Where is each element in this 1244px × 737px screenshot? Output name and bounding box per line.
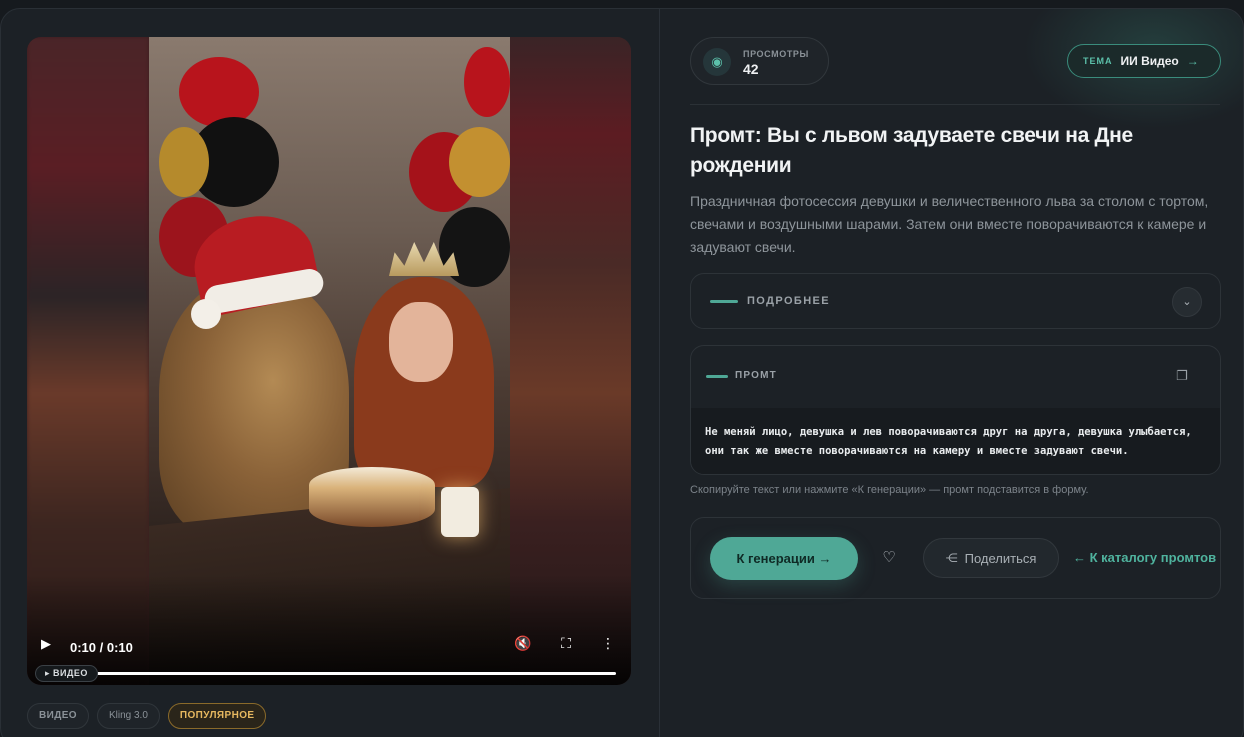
santa-hat-pom <box>191 299 221 329</box>
balloon <box>179 57 259 127</box>
balloon <box>449 127 510 197</box>
chevron-down-icon[interactable]: ⌄ <box>1172 287 1202 317</box>
theme-button[interactable]: ТЕМА ИИ Видео → <box>1067 44 1221 78</box>
video-chip: ▸ ВИДЕО <box>35 665 98 682</box>
prompt-label: ПРОМТ <box>735 370 777 381</box>
video-player[interactable]: ▶ 0:10 / 0:10 🔇 ⛶ ⋮ ▸ ВИДЕО <box>27 37 631 685</box>
generate-button[interactable]: К генерации → <box>710 537 858 580</box>
share-label: Поделиться <box>964 550 1037 566</box>
views-counter: ◉ ПРОСМОТРЫ 42 <box>690 37 829 85</box>
arrow-right-icon: → <box>818 551 832 566</box>
tag-list: ВИДЕО Kling 3.0 ПОПУЛЯРНОЕ <box>27 703 267 729</box>
share-button[interactable]: ⋲ Поделиться <box>923 538 1059 578</box>
balloon <box>464 47 510 117</box>
video-time: 0:10 / 0:10 <box>70 640 133 655</box>
page-title: Промт: Вы с львом задуваете свечи на Дне… <box>690 124 1133 177</box>
page-description: Праздничная фотосессия девушки и величес… <box>690 193 1209 255</box>
tag-video[interactable]: ВИДЕО <box>27 703 89 729</box>
girl-face <box>389 302 453 382</box>
catalog-link[interactable]: ← К каталогу промтов <box>1073 550 1216 565</box>
copy-hint: Скопируйте текст или нажмите «К генераци… <box>690 484 1089 496</box>
arrow-right-icon: → <box>1186 54 1199 68</box>
heart-icon[interactable]: ♡ <box>879 548 899 568</box>
generate-label: К генерации <box>736 551 815 566</box>
prompt-box: ПРОМТ ❐ Не меняй лицо, девушка и лев пов… <box>690 345 1221 475</box>
views-label: ПРОСМОТРЫ <box>743 49 809 59</box>
more-vertical-icon[interactable]: ⋮ <box>598 635 618 655</box>
tag-popular[interactable]: ПОПУЛЯРНОЕ <box>167 703 267 729</box>
details-accordion[interactable]: ПОДРОБНЕЕ ⌄ <box>690 273 1221 329</box>
theme-value: ИИ Видео <box>1120 54 1179 68</box>
actions-panel: К генерации → ♡ ⋲ Поделиться ← К каталог… <box>690 517 1221 599</box>
mute-icon[interactable]: 🔇 <box>513 635 533 655</box>
video-controls: ▶ 0:10 / 0:10 🔇 ⛶ ⋮ ▸ ВИДЕО <box>27 615 631 685</box>
tag-model[interactable]: Kling 3.0 <box>96 703 160 729</box>
video-progress-bar[interactable] <box>97 672 616 675</box>
fullscreen-icon[interactable]: ⛶ <box>556 635 576 655</box>
views-value: 42 <box>743 61 759 77</box>
header-divider <box>690 104 1220 105</box>
prompt-card: ▶ 0:10 / 0:10 🔇 ⛶ ⋮ ▸ ВИДЕО ВИДЕО Kling … <box>0 8 1244 737</box>
theme-label: ТЕМА <box>1083 56 1113 66</box>
prompt-body: Не меняй лицо, девушка и лев поворачиваю… <box>691 408 1220 474</box>
details-label: ПОДРОБНЕЕ <box>747 295 831 307</box>
balloon <box>159 127 209 197</box>
accent-line <box>706 375 728 378</box>
share-icon: ⋲ <box>945 551 958 565</box>
video-chip-label: ВИДЕО <box>53 668 88 678</box>
birthday-cake <box>309 467 435 527</box>
play-icon[interactable]: ▶ <box>41 636 57 652</box>
candle <box>441 487 479 537</box>
accent-line <box>710 300 738 303</box>
column-divider <box>659 9 660 737</box>
copy-icon[interactable]: ❐ <box>1176 368 1190 383</box>
prompt-text[interactable]: Не меняй лицо, девушка и лев поворачиваю… <box>705 423 1206 461</box>
eye-icon: ◉ <box>703 48 731 76</box>
